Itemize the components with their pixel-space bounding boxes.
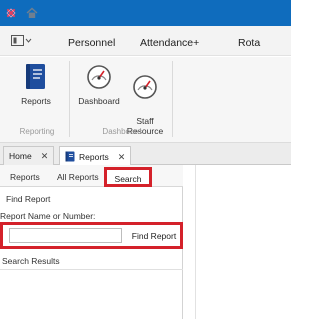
menu-attendance[interactable]: Attendance+ — [140, 37, 199, 49]
close-icon[interactable]: ✕ — [118, 152, 126, 162]
ribbon: Reports Reporting Dashboard Staff Resour… — [0, 57, 291, 143]
dashboard-ribbon-label: Dashboard — [78, 96, 120, 106]
document-tab-bar: Home ✕ Reports ✕ — [0, 143, 291, 166]
doc-tab-home[interactable]: Home ✕ — [3, 146, 55, 165]
book-icon — [26, 64, 45, 89]
content-area — [184, 165, 291, 319]
ribbon-group-separator — [69, 61, 70, 137]
content-divider — [195, 165, 196, 319]
sub-tab-all-reports[interactable]: All Reports — [57, 172, 99, 182]
dashboard-ribbon-button[interactable]: Dashboard — [77, 63, 121, 106]
reports-sub-tabs: Reports All Reports Search — [0, 165, 183, 187]
menu-rota[interactable]: Rota — [238, 37, 260, 49]
results-divider — [0, 269, 183, 270]
reports-panel: Reports All Reports Search Find Report R… — [0, 165, 183, 319]
search-results-heading: Search Results — [2, 256, 60, 266]
report-name-input[interactable] — [9, 228, 122, 243]
staff-resource-ribbon-button[interactable]: Staff Resource — [124, 63, 166, 136]
doc-tab-reports-label: Reports — [79, 152, 109, 162]
sub-tab-reports[interactable]: Reports — [10, 172, 40, 182]
close-icon[interactable]: ✕ — [41, 151, 49, 161]
find-report-button[interactable]: Find Report — [129, 228, 179, 243]
doc-tab-reports[interactable]: Reports ✕ — [59, 146, 132, 166]
find-report-row: Find Report — [0, 222, 183, 249]
doc-tab-home-label: Home — [9, 151, 32, 161]
panel-toggle-icon[interactable] — [11, 35, 33, 47]
home-icon[interactable] — [26, 7, 38, 19]
ribbon-group-dashboard-label: Dashboard — [102, 127, 142, 136]
sub-tab-search[interactable]: Search — [104, 167, 152, 187]
book-icon — [65, 151, 75, 162]
title-bar — [0, 0, 291, 26]
reports-ribbon-button[interactable]: Reports — [14, 63, 58, 106]
gauge-icon — [87, 65, 111, 89]
report-name-label: Report Name or Number: — [0, 211, 96, 221]
ribbon-group-reporting-label: Reporting — [19, 127, 55, 136]
ribbon-group-separator — [172, 61, 173, 137]
gauge-icon — [133, 75, 157, 99]
menu-personnel[interactable]: Personnel — [68, 37, 115, 49]
app-logo-icon — [6, 8, 16, 18]
reports-ribbon-label: Reports — [21, 96, 51, 106]
menu-bar: Personnel Attendance+ Rota — [0, 26, 291, 56]
find-report-heading: Find Report — [6, 194, 51, 204]
